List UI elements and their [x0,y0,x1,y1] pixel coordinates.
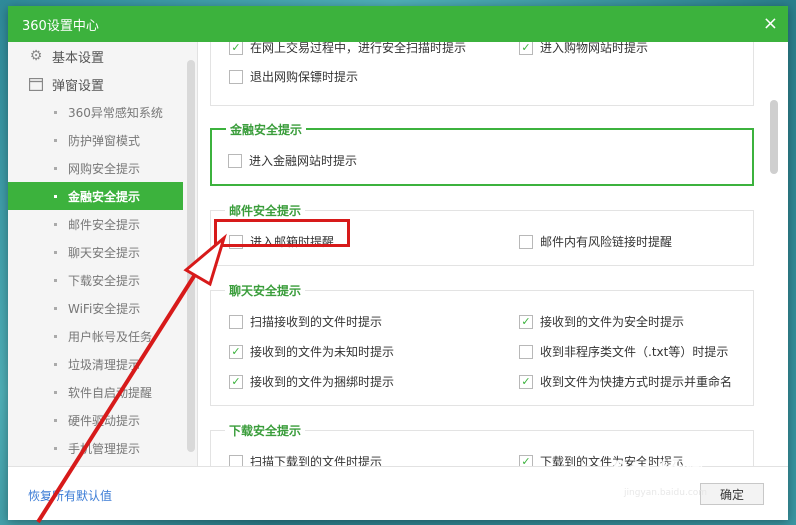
settings-window: 360设置中心 × ⚙ 基本设置 弹窗设置 360异常感知系统 防护弹窗模式 网… [8,6,788,520]
checkbox[interactable]: ✓ [519,314,533,329]
window-title: 360设置中心 [22,18,99,34]
option-enter-shopping[interactable]: ✓ 进入购物网站时提示 [519,42,648,56]
sidebar-item-label: 基本设置 [52,50,105,66]
sidebar-sub-anomaly[interactable]: 360异常感知系统 [8,98,197,126]
sidebar-sub-popup-mode[interactable]: 防护弹窗模式 [8,126,197,154]
group-chat: 聊天安全提示 扫描接收到的文件时提示 ✓ 接收到的文件为安全时提示 ✓ 接收到的… [210,282,754,406]
restore-defaults-link[interactable]: 恢复所有默认值 [28,487,112,504]
sidebar-sub-shopping[interactable]: 网购安全提示 [8,154,197,182]
sidebar-sub-phone[interactable]: 手机管理提示 [8,434,197,462]
watermark-brand: Bai 经验 [612,458,703,483]
group-finance: 金融安全提示 进入金融网站时提示 [210,121,754,186]
settings-content: ✓ 在网上交易过程中，进行安全扫描时提示 ✓ 进入购物网站时提示 退出网购保镖时… [198,42,788,466]
option-exit-guard[interactable]: 退出网购保镖时提示 [229,68,358,85]
checkbox[interactable]: ✓ [229,344,243,359]
window-icon [28,76,44,92]
title-bar: 360设置中心 × [8,6,788,42]
sidebar-item-basic-settings[interactable]: ⚙ 基本设置 [8,42,197,70]
group-title-finance: 金融安全提示 [226,121,307,138]
checkbox[interactable] [519,344,533,359]
watermark-url: jingyan.baidu.com [624,488,708,498]
option-enter-finance[interactable]: 进入金融网站时提示 [228,152,357,169]
option-scan-trading[interactable]: ✓ 在网上交易过程中，进行安全扫描时提示 [229,42,466,56]
checkbox[interactable]: ✓ [519,374,533,389]
option-mail-risk-link[interactable]: 邮件内有风险链接时提醒 [519,233,672,250]
gear-icon: ⚙ [29,48,43,64]
sidebar-sub-finance[interactable]: 金融安全提示 [8,182,183,210]
sidebar-sub-cleanup[interactable]: 垃圾清理提示 [8,350,197,378]
group-title-download: 下载安全提示 [225,422,306,439]
sidebar-sub-account[interactable]: 用户帐号及任务 [8,322,197,350]
option-non-program-file[interactable]: 收到非程序类文件（.txt等）时提示 [519,343,728,360]
checkbox[interactable] [229,69,243,84]
sidebar-item-popup-settings[interactable]: 弹窗设置 [8,70,197,98]
checkbox[interactable] [519,234,533,249]
checkbox[interactable]: ✓ [229,374,243,389]
checkbox[interactable]: ✓ [519,42,533,55]
option-shortcut-rename[interactable]: ✓ 收到文件为快捷方式时提示并重命名 [519,373,732,390]
option-received-safe[interactable]: ✓ 接收到的文件为安全时提示 [519,313,684,330]
sidebar-sub-chat[interactable]: 聊天安全提示 [8,238,197,266]
sidebar-sub-autostart[interactable]: 软件自启动提醒 [8,378,197,406]
annotation-highlight-box [214,219,350,247]
group-shopping: ✓ 在网上交易过程中，进行安全扫描时提示 ✓ 进入购物网站时提示 退出网购保镖时… [210,42,754,106]
checkbox[interactable] [229,314,243,329]
sidebar-item-label: 弹窗设置 [52,78,105,94]
option-received-unknown[interactable]: ✓ 接收到的文件为未知时提示 [229,343,394,360]
option-received-bundled[interactable]: ✓ 接收到的文件为捆绑时提示 [229,373,394,390]
sidebar-sub-mail[interactable]: 邮件安全提示 [8,210,197,238]
option-scan-download[interactable]: 扫描下载到的文件时提示 [229,453,382,466]
sidebar-sub-wifi[interactable]: WiFi安全提示 [8,294,197,322]
checkbox[interactable]: ✓ [519,454,533,466]
group-title-chat: 聊天安全提示 [225,282,306,299]
checkbox[interactable] [228,153,242,168]
checkbox[interactable]: ✓ [229,42,243,55]
content-scrollbar[interactable] [770,100,778,174]
sidebar-scrollbar[interactable] [187,60,195,452]
close-icon[interactable]: × [763,15,778,33]
checkbox[interactable] [229,454,243,466]
group-title-mail: 邮件安全提示 [225,202,306,219]
ok-button[interactable]: 确定 [700,483,764,505]
sidebar: ⚙ 基本设置 弹窗设置 360异常感知系统 防护弹窗模式 网购安全提示 金融安全… [8,42,198,466]
option-scan-received[interactable]: 扫描接收到的文件时提示 [229,313,382,330]
sidebar-sub-driver[interactable]: 硬件驱动提示 [8,406,197,434]
sidebar-sub-download[interactable]: 下载安全提示 [8,266,197,294]
